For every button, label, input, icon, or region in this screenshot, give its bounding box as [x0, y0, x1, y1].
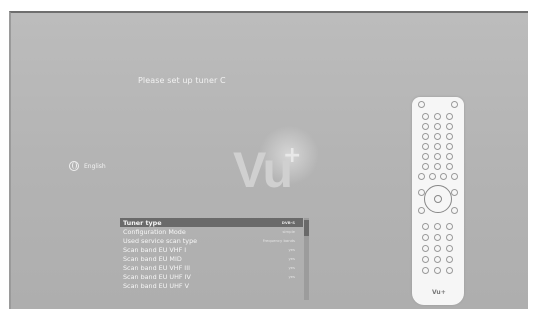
- remote-button: [434, 153, 441, 160]
- remote-button: [446, 113, 453, 120]
- remote-button: [446, 245, 453, 252]
- remote-button: [446, 153, 453, 160]
- remote-button: [434, 133, 441, 140]
- remote-button: [440, 173, 447, 180]
- remote-button: [422, 234, 429, 241]
- remote-button: [446, 267, 453, 274]
- menu-scrollbar[interactable]: [304, 218, 309, 300]
- language-label: English: [84, 162, 106, 170]
- vu-logo-plus: +: [283, 143, 302, 168]
- remote-button: [434, 267, 441, 274]
- remote-brand-logo: Vu+: [432, 289, 446, 296]
- remote-button: [451, 189, 458, 196]
- language-selector[interactable]: English: [69, 161, 106, 171]
- menu-item[interactable]: Scan band EU MID yes: [120, 254, 303, 263]
- remote-button: [434, 234, 441, 241]
- menu-item-label: Scan band EU MID: [123, 254, 182, 263]
- menu-item-value: yes: [288, 256, 295, 261]
- menu-item[interactable]: Scan band EU VHF III yes: [120, 263, 303, 272]
- menu-item-value: DVB-S: [281, 220, 295, 225]
- remote-button: [422, 133, 429, 140]
- remote-button: [422, 256, 429, 263]
- menu-item-label: Scan band EU UHF V: [123, 281, 189, 290]
- menu-item[interactable]: Scan band EU VHF I yes: [120, 245, 303, 254]
- remote-button: [451, 173, 458, 180]
- remote-button: [446, 163, 453, 170]
- remote-button: [434, 113, 441, 120]
- remote-button: [434, 163, 441, 170]
- remote-button: [446, 234, 453, 241]
- menu-item-label: Tuner type: [123, 218, 162, 227]
- remote-button: [418, 101, 425, 108]
- menu-item-label: Used service scan type: [123, 236, 198, 245]
- tv-screen: Please set up tuner C English Vu + Tuner…: [9, 11, 528, 309]
- menu-item[interactable]: Used service scan type Frequency bands: [120, 236, 303, 245]
- remote-button: [451, 207, 458, 214]
- menu-item-label: Scan band EU VHF III: [123, 263, 190, 272]
- remote-button: [422, 123, 429, 130]
- remote-button: [422, 245, 429, 252]
- menu-item[interactable]: Scan band EU UHF IV yes: [120, 272, 303, 281]
- remote-button: [422, 223, 429, 230]
- setup-prompt: Please set up tuner C: [138, 76, 226, 85]
- remote-button: [418, 173, 425, 180]
- menu-item-label: Configuration Mode: [123, 227, 186, 236]
- remote-button: [434, 245, 441, 252]
- remote-control-image: Vu+: [412, 97, 464, 305]
- remote-button: [434, 256, 441, 263]
- remote-button: [446, 143, 453, 150]
- tuner-setup-menu: Tuner type DVB-S Configuration Mode simple U…: [120, 218, 310, 300]
- menu-item-value: yes: [288, 274, 295, 279]
- remote-button: [422, 143, 429, 150]
- remote-button: [446, 123, 453, 130]
- menu-item-value: simple: [282, 229, 295, 234]
- remote-button: [418, 207, 425, 214]
- menu-item-value: yes: [288, 265, 295, 270]
- menu-item-label: Scan band EU UHF IV: [123, 272, 191, 281]
- menu-scrollbar-thumb[interactable]: [304, 220, 309, 236]
- remote-button: [451, 101, 458, 108]
- remote-button: [434, 223, 441, 230]
- remote-button: [422, 153, 429, 160]
- globe-icon: [69, 161, 79, 171]
- remote-button: [422, 267, 429, 274]
- remote-button: [434, 123, 441, 130]
- menu-item[interactable]: Scan band EU UHF V: [120, 281, 303, 290]
- menu-item-label: Scan band EU VHF I: [123, 245, 187, 254]
- remote-button: [446, 133, 453, 140]
- remote-button: [422, 113, 429, 120]
- menu-item[interactable]: Tuner type DVB-S: [120, 218, 303, 227]
- remote-button: [422, 163, 429, 170]
- remote-button: [446, 223, 453, 230]
- remote-dpad: [424, 185, 452, 213]
- menu-item[interactable]: Configuration Mode simple: [120, 227, 303, 236]
- menu-item-value: Frequency bands: [262, 238, 295, 243]
- remote-button: [429, 173, 436, 180]
- remote-ok-button: [434, 195, 442, 203]
- remote-button: [446, 256, 453, 263]
- remote-button: [434, 143, 441, 150]
- menu-item-value: yes: [288, 247, 295, 252]
